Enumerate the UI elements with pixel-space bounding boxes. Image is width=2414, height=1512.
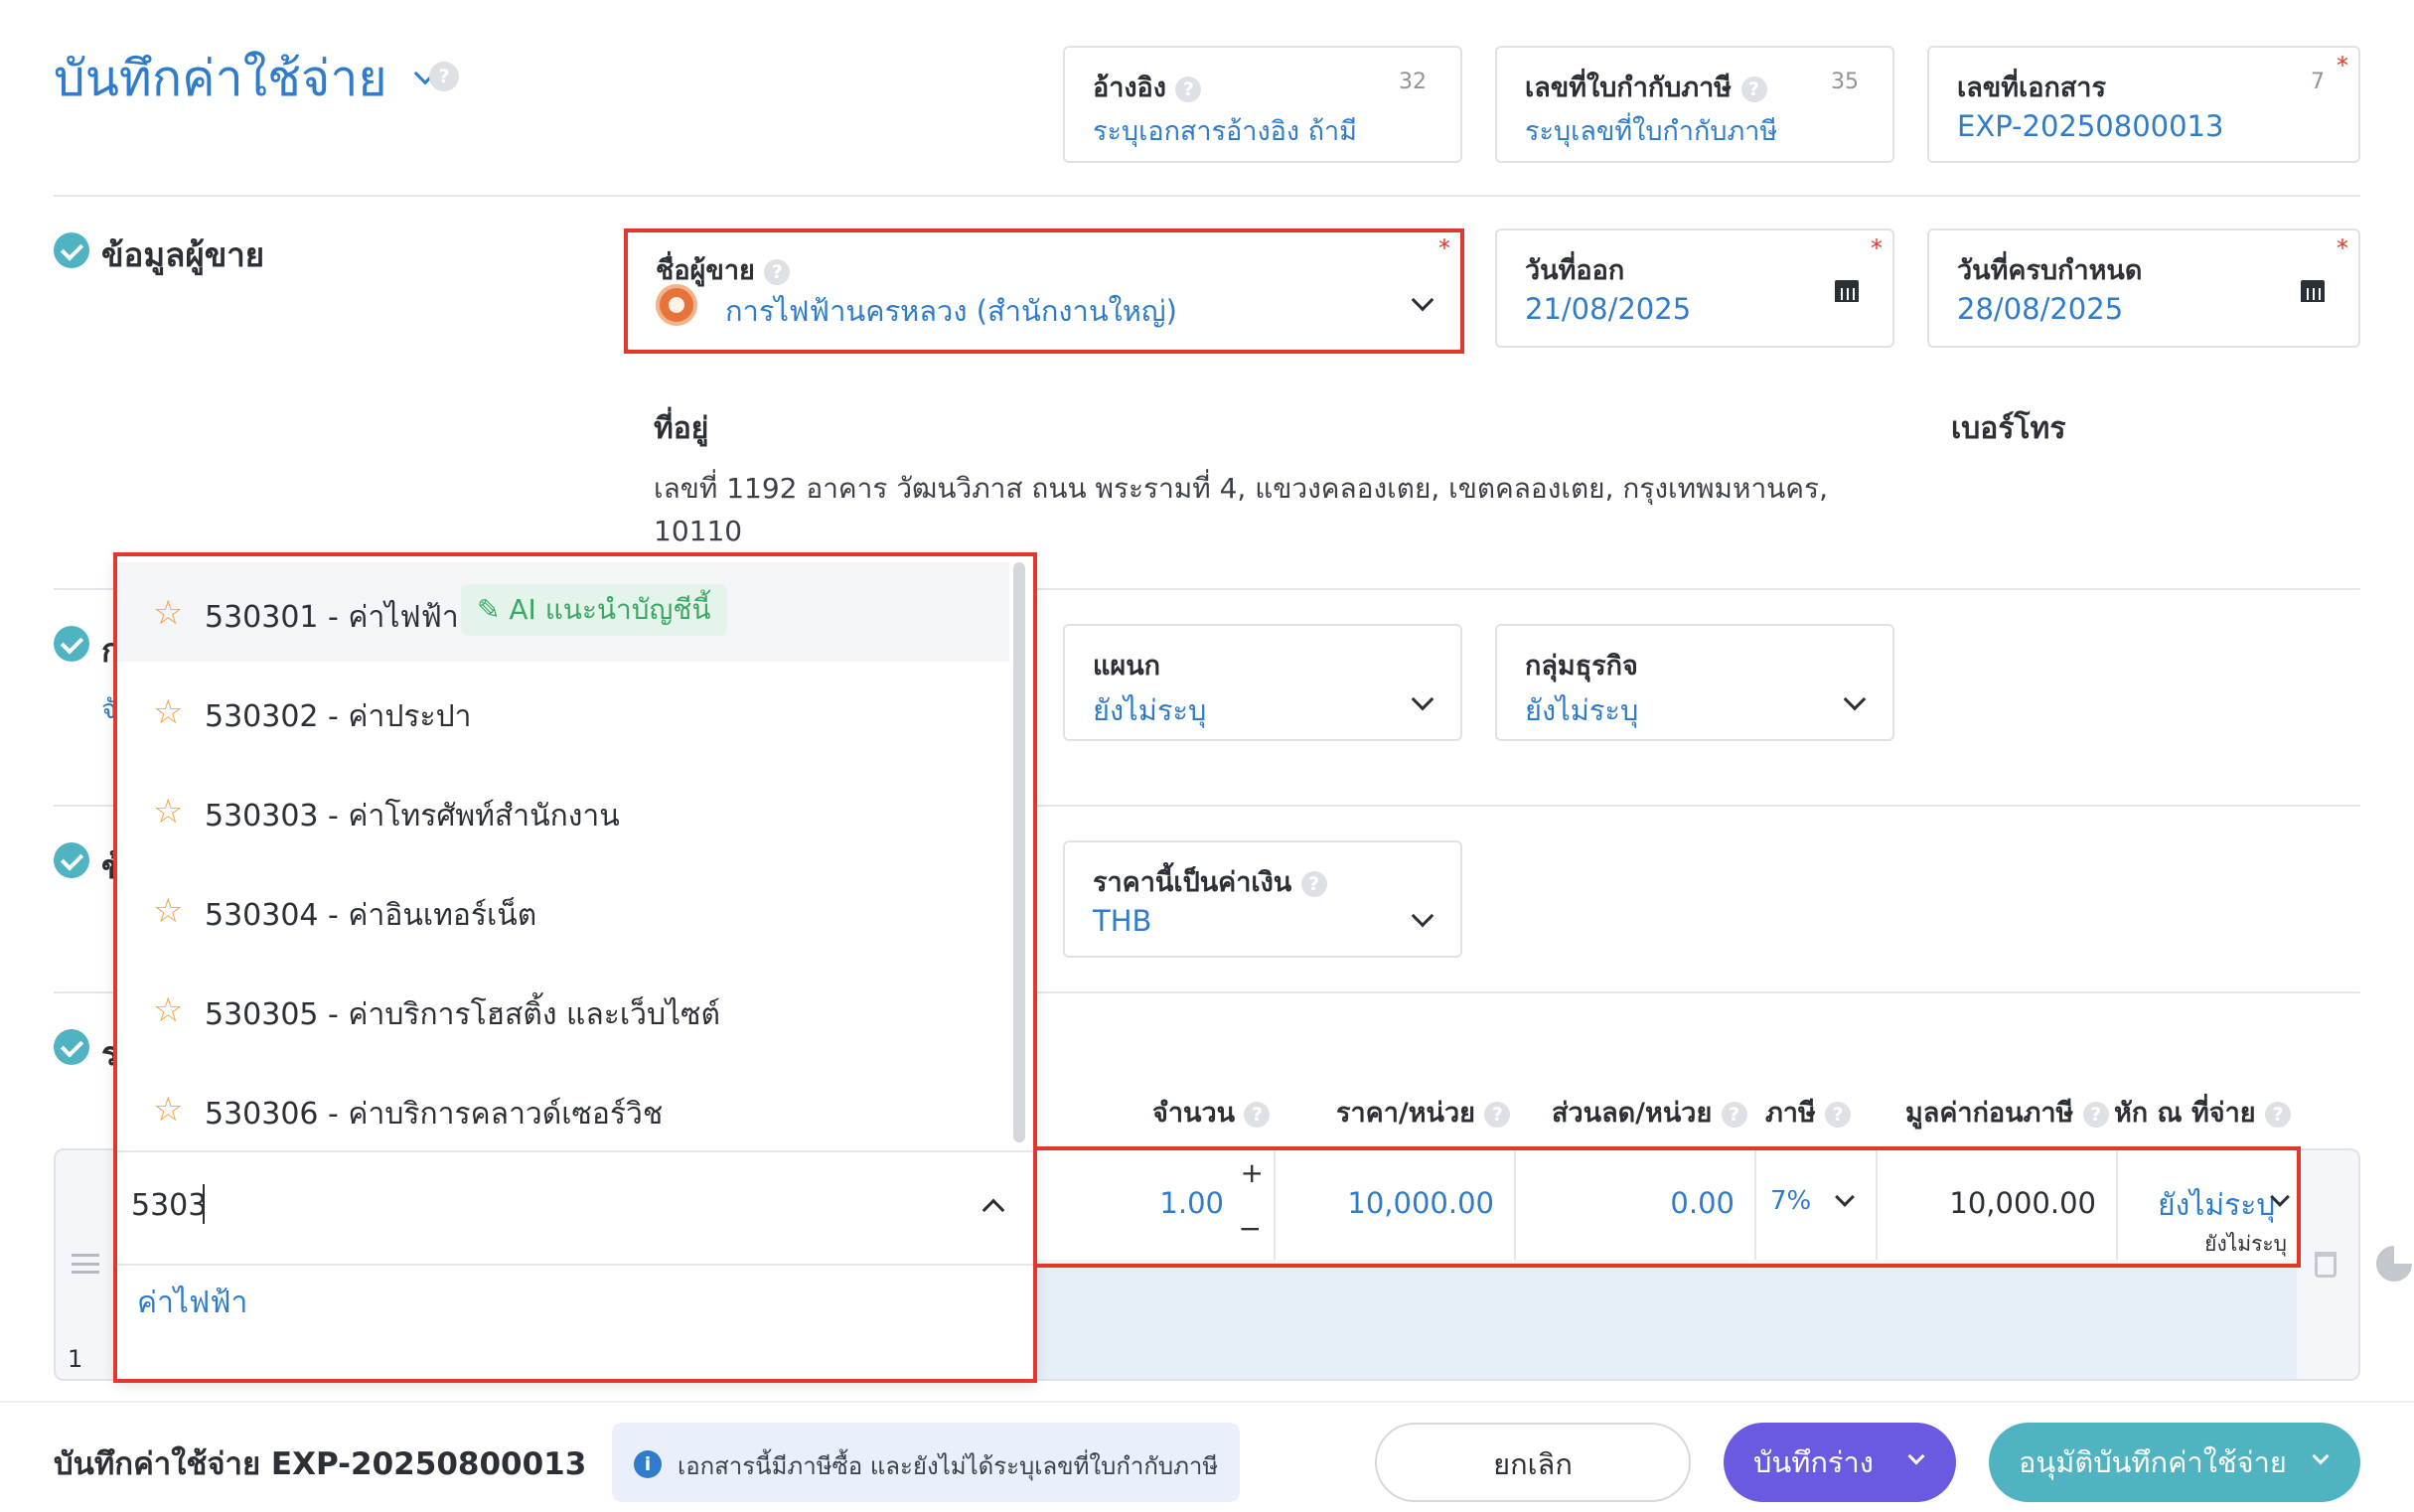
check-circle-icon [54, 1029, 89, 1065]
help-icon[interactable]: ? [1825, 1101, 1852, 1128]
check-circle-icon [54, 626, 89, 662]
required-mark: * [1871, 234, 1883, 262]
highlight-vendor [624, 228, 1464, 354]
col-header-tax: ภาษี ? [1765, 1091, 1852, 1134]
notice-banner: i เอกสารนี้มีภาษีซื้อ และยังไม่ได้ระบุเล… [612, 1423, 1240, 1502]
reference-input[interactable]: ระบุเอกสารอ้างอิง ถ้ามี [1093, 109, 1357, 152]
help-icon[interactable]: ? [1721, 1101, 1747, 1128]
business-group-value: ยังไม่ระบุ [1525, 693, 1639, 727]
col-header-pretax: มูลค่าก่อนภาษี ? [1905, 1091, 2109, 1134]
help-icon[interactable]: ? [1175, 76, 1202, 102]
char-count: 35 [1831, 70, 1859, 94]
reference-label: อ้างอิง ? [1093, 66, 1202, 108]
address-line-1: เลขที่ 1192 อาคาร วัฒนวิภาส ถนน พระรามที… [654, 472, 1828, 505]
address-line-2: 10110 [654, 515, 743, 547]
highlight-dropdown [113, 552, 1037, 1383]
help-icon[interactable]: ? [2082, 1101, 2109, 1128]
currency-select[interactable]: ราคานี้เป็นค่าเงิน ? THB [1063, 840, 1462, 958]
help-icon[interactable]: ? [429, 62, 459, 91]
calendar-icon[interactable] [2301, 278, 2325, 302]
calendar-icon[interactable] [1835, 278, 1859, 302]
notice-text: เอกสารนี้มีภาษีซื้อ และยังไม่ได้ระบุเลขท… [678, 1452, 1219, 1480]
required-mark: * [2337, 52, 2348, 79]
col-header-discount: ส่วนลด/หน่วย ? [1552, 1091, 1747, 1134]
required-mark: * [2337, 234, 2348, 262]
help-icon[interactable]: ? [1740, 76, 1767, 102]
chevron-down-icon [1411, 904, 1434, 928]
highlight-row-values [1033, 1146, 2301, 1268]
department-value: ยังไม่ระบุ [1093, 693, 1207, 727]
chevron-down-icon [1907, 1447, 1925, 1465]
issue-date-label: วันที่ออก [1525, 255, 1625, 286]
info-icon: i [634, 1450, 662, 1478]
pie-chart-icon[interactable] [2376, 1246, 2412, 1282]
doc-number-field[interactable]: เลขที่เอกสาร 7 * EXP-20250800013 [1927, 46, 2360, 163]
trash-icon[interactable] [2315, 1252, 2337, 1278]
help-icon[interactable]: ? [1484, 1101, 1511, 1128]
check-circle-icon [54, 842, 89, 878]
tax-invoice-input[interactable]: ระบุเลขที่ใบกำกับภาษี [1525, 109, 1777, 152]
col-header-price: ราคา/หน่วย ? [1336, 1091, 1511, 1134]
col-header-withholding: หัก ณ ที่จ่าย ? [2114, 1091, 2291, 1134]
section-title-vendor: ข้อมูลผู้ขาย [101, 235, 265, 274]
business-group-select[interactable]: กลุ่มธุรกิจ ยังไม่ระบุ [1495, 624, 1894, 741]
cancel-button[interactable]: ยกเลิก [1375, 1423, 1691, 1502]
issue-date-input[interactable]: 21/08/2025 [1525, 292, 1691, 326]
help-icon[interactable]: ? [1244, 1101, 1271, 1128]
department-label: แผนก [1093, 651, 1161, 681]
chevron-down-icon [2312, 1447, 2330, 1465]
help-icon[interactable]: ? [1300, 870, 1327, 897]
tax-invoice-label: เลขที่ใบกำกับภาษี ? [1525, 66, 1767, 108]
chevron-down-icon [1411, 687, 1434, 711]
row-subarea [1033, 1264, 2297, 1379]
business-group-label: กลุ่มธุรกิจ [1525, 651, 1638, 681]
currency-label: ราคานี้เป็นค่าเงิน ? [1093, 860, 1327, 903]
tax-invoice-field[interactable]: เลขที่ใบกำกับภาษี ? 35 ระบุเลขที่ใบกำกับ… [1495, 46, 1894, 163]
approve-button[interactable]: อนุมัติบันทึกค่าใช้จ่าย [1989, 1423, 2360, 1502]
address-label: ที่อยู่ [654, 411, 709, 446]
char-count: 7 [2311, 70, 2325, 94]
due-date-field[interactable]: วันที่ครบกำหนด * 28/08/2025 [1927, 228, 2360, 348]
page-title[interactable]: บันทึกค่าใช้จ่าย [54, 40, 436, 118]
page-title-text: บันทึกค่าใช้จ่าย [54, 50, 387, 107]
row-index: 1 [68, 1345, 83, 1373]
issue-date-field[interactable]: วันที่ออก * 21/08/2025 [1495, 228, 1894, 348]
divider [54, 195, 2360, 197]
phone-label: เบอร์โทร [1951, 411, 2066, 446]
due-date-input[interactable]: 28/08/2025 [1957, 292, 2123, 326]
check-circle-icon [54, 232, 89, 268]
chevron-down-icon [1843, 687, 1867, 711]
due-date-label: วันที่ครบกำหนด [1957, 255, 2143, 286]
footer-title: บันทึกค่าใช้จ่าย EXP-20250800013 [54, 1446, 587, 1482]
department-select[interactable]: แผนก ยังไม่ระบุ [1063, 624, 1462, 741]
col-header-qty: จำนวน ? [1152, 1091, 1271, 1134]
reference-field[interactable]: อ้างอิง ? 32 ระบุเอกสารอ้างอิง ถ้ามี [1063, 46, 1462, 163]
save-draft-button[interactable]: บันทึกร่าง [1724, 1423, 1956, 1502]
char-count: 32 [1399, 70, 1427, 94]
currency-value: THB [1093, 904, 1152, 938]
doc-number-input[interactable]: EXP-20250800013 [1957, 109, 2223, 143]
doc-number-label: เลขที่เอกสาร [1957, 73, 2106, 103]
drag-handle-icon[interactable] [72, 1254, 99, 1274]
help-icon[interactable]: ? [2265, 1101, 2291, 1128]
